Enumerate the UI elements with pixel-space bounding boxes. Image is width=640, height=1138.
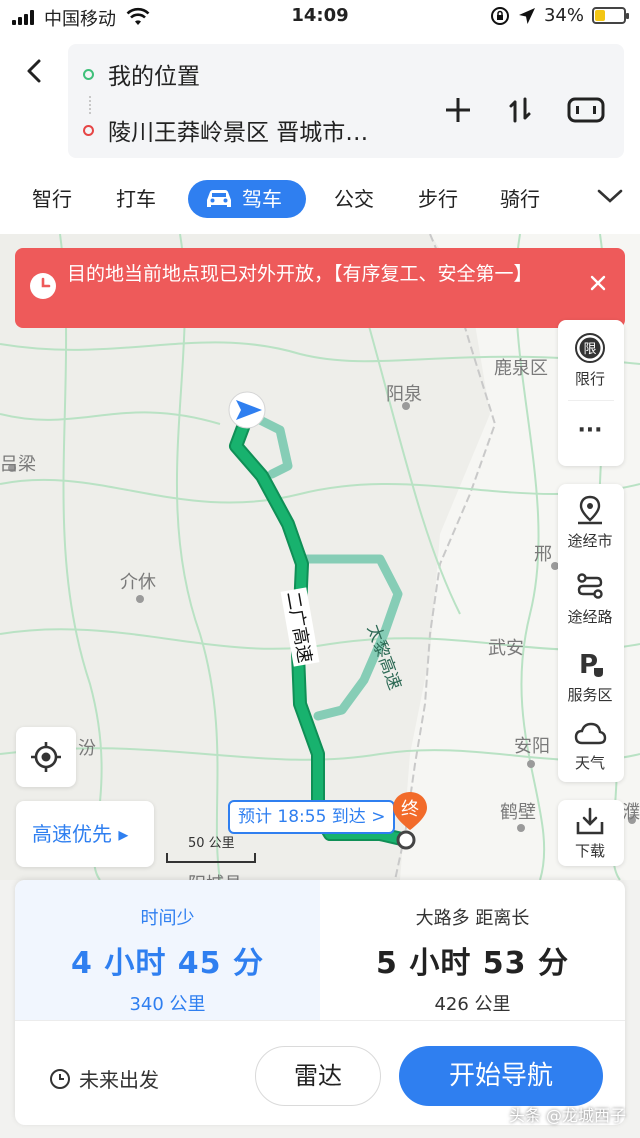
car-plate-icon — [567, 97, 605, 123]
place-label: 邢 — [534, 544, 552, 565]
add-waypoint-button[interactable] — [438, 90, 478, 130]
place-label: 汾 — [78, 738, 96, 759]
destination-pin-icon: 终 — [393, 792, 427, 830]
route-preference-button[interactable]: 高速优先 ▸ — [16, 801, 154, 867]
plus-icon — [446, 98, 470, 122]
route-header: 我的位置 陵川王莽岭景区 晋城市… 智行 打车 驾车 公交 步行 骑行 — [0, 34, 640, 234]
via-city-button[interactable]: 途经市 — [558, 494, 622, 551]
future-departure-button[interactable]: 未来出发 — [49, 1064, 159, 1093]
route-option-distance: 426 公里 — [434, 994, 511, 1015]
service-area-button[interactable]: P 服务区 — [558, 648, 622, 705]
start-navigation-button[interactable]: 开始导航 — [399, 1046, 603, 1106]
eta-bubble[interactable]: 预计 18:55 到达 > — [228, 800, 396, 834]
notice-text: 目的地当前地点现已对外开放，【有序复工、安全第一】 — [67, 263, 533, 285]
destination-text: 陵川王莽岭景区 晋城市… — [108, 120, 369, 146]
place-label: 阳城县 — [188, 870, 242, 880]
watermark: 头条 @龙城西子 — [508, 1106, 626, 1125]
place-label: 鹤壁 — [500, 802, 536, 823]
destination-field[interactable]: 陵川王莽岭景区 晋城市… — [68, 110, 368, 150]
service-area-icon: P — [579, 650, 603, 680]
route-options-panel: 时间少 4 小时 45 分 340 公里 大路多 距离长 5 小时 53 分 4… — [15, 880, 625, 1125]
battery-icon — [592, 7, 629, 24]
tab-transit[interactable]: 公交 — [334, 180, 374, 218]
route-input-box[interactable]: 我的位置 陵川王莽岭景区 晋城市… — [68, 44, 624, 158]
start-dot-icon — [83, 68, 94, 80]
download-card: 下载 — [558, 800, 624, 866]
via-road-label: 途经路 — [567, 608, 613, 626]
route-icon — [577, 573, 603, 599]
download-label: 下载 — [574, 842, 605, 860]
tab-taxi[interactable]: 打车 — [116, 180, 156, 218]
clock-icon — [50, 1068, 70, 1089]
tab-bike[interactable]: 骑行 — [500, 180, 540, 218]
swap-route-button[interactable] — [500, 90, 540, 130]
chevron-down-icon[interactable] — [596, 186, 624, 206]
radar-button[interactable]: 雷达 — [255, 1046, 381, 1106]
svg-text:限: 限 — [583, 342, 596, 357]
location-arrow-icon — [518, 7, 535, 24]
scale-label: 50 公里 — [188, 836, 235, 851]
map-tools-card-mid: 途经市 途经路 P 服务区 天气 — [558, 484, 624, 782]
place-label: 武安 — [488, 638, 524, 659]
notice-banner[interactable]: 目的地当前地点现已对外开放，【有序复工、安全第一】 — [15, 248, 625, 328]
clock-icon — [30, 273, 56, 299]
place-label: 濮 — [622, 802, 640, 823]
map-view[interactable]: 鹿泉区 阳泉 吕梁 介休 邢 武安 安阳 鹤壁 汾 濮 阳城县 二广高速 太黎高… — [0, 234, 640, 880]
cloud-icon — [574, 722, 607, 745]
download-button[interactable]: 下载 — [558, 806, 622, 861]
swap-icon — [509, 97, 531, 123]
route-option-duration: 5 小时 53 分 — [376, 946, 569, 981]
start-location-text: 我的位置 — [108, 64, 200, 90]
svg-text:终: 终 — [401, 799, 419, 820]
future-departure-label: 未来出发 — [79, 1068, 159, 1092]
pin-icon — [578, 495, 602, 525]
restriction-icon: 限 — [575, 333, 605, 363]
place-label: 吕梁 — [0, 454, 36, 475]
route-option-distance: 340 公里 — [129, 994, 206, 1015]
place-label: 阳泉 — [386, 384, 422, 405]
start-location-field[interactable]: 我的位置 — [68, 54, 200, 94]
more-tools-button[interactable]: ··· — [558, 418, 622, 443]
close-icon[interactable] — [589, 274, 607, 292]
tab-drive-label: 驾车 — [242, 187, 282, 211]
place-label: 安阳 — [514, 736, 550, 757]
via-city-label: 途经市 — [567, 532, 613, 550]
battery-percent: 34% — [543, 5, 584, 26]
crosshair-icon — [31, 742, 61, 772]
service-area-label: 服务区 — [567, 686, 613, 704]
route-option-major-roads[interactable]: 大路多 距离长 5 小时 53 分 426 公里 — [320, 880, 625, 1020]
back-icon[interactable] — [20, 56, 50, 86]
restriction-button[interactable]: 限 限行 — [558, 332, 622, 389]
locate-me-button[interactable] — [16, 727, 76, 787]
place-label: 鹿泉区 — [494, 358, 548, 379]
tab-walk[interactable]: 步行 — [418, 180, 458, 218]
via-road-button[interactable]: 途经路 — [558, 570, 622, 627]
travel-mode-tabs: 智行 打车 驾车 公交 步行 骑行 — [0, 174, 640, 222]
rotation-lock-icon — [490, 6, 509, 25]
weather-button[interactable]: 天气 — [558, 720, 622, 773]
route-option-tag: 时间少 — [140, 908, 195, 929]
tab-smart[interactable]: 智行 — [32, 180, 72, 218]
route-option-tag: 大路多 距离长 — [415, 908, 530, 929]
place-label: 介休 — [120, 572, 156, 593]
download-icon — [576, 807, 604, 835]
end-dot-icon — [83, 124, 94, 136]
car-settings-button[interactable] — [564, 90, 608, 130]
panel-divider — [15, 1020, 625, 1021]
tab-drive[interactable]: 驾车 — [188, 180, 306, 218]
restriction-label: 限行 — [574, 370, 605, 388]
car-icon — [207, 190, 231, 207]
route-option-fastest[interactable]: 时间少 4 小时 45 分 340 公里 — [15, 880, 320, 1020]
weather-label: 天气 — [574, 754, 605, 772]
map-scale: 50 公里 — [166, 832, 256, 863]
route-option-duration: 4 小时 45 分 — [71, 946, 264, 981]
status-bar: 中国移动 14:09 34% — [0, 0, 640, 34]
map-tools-card-top: 限 限行 ··· — [558, 320, 624, 466]
